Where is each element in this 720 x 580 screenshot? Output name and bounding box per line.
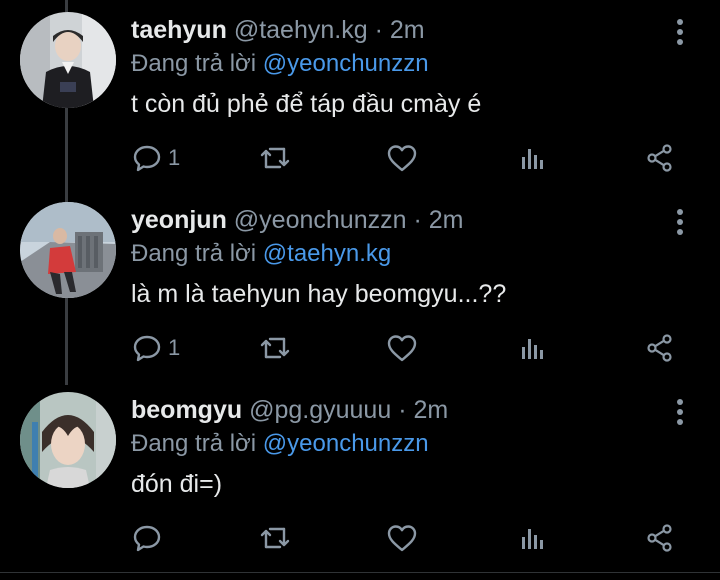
display-name[interactable]: taehyun	[131, 16, 227, 44]
replying-to: Đang trả lời @taehyn.kg	[131, 238, 391, 270]
retweet-icon	[260, 337, 290, 359]
tweet[interactable]: taehyun @taehyn.kg · 2m Đang trả lời @ye…	[0, 0, 720, 190]
share-button[interactable]	[645, 520, 675, 556]
display-name[interactable]: yeonjun	[131, 206, 227, 234]
views-icon	[522, 339, 543, 359]
views-button[interactable]	[518, 520, 548, 556]
more-icon[interactable]	[668, 398, 692, 426]
like-button[interactable]	[386, 330, 418, 366]
tweet-text: là m là taehyun hay beomgyu...??	[131, 280, 507, 308]
reply-icon	[133, 145, 161, 172]
views-button[interactable]	[518, 330, 548, 366]
share-icon	[647, 144, 672, 172]
like-icon	[387, 335, 417, 362]
display-name[interactable]: beomgyu	[131, 396, 242, 424]
reply-count: 1	[168, 145, 181, 170]
views-button[interactable]	[518, 140, 548, 176]
reply-count: 1	[168, 335, 181, 360]
timeline: taehyun @taehyn.kg · 2m Đang trả lời @ye…	[0, 0, 720, 580]
share-button[interactable]	[645, 330, 675, 366]
tweet-header: taehyun @taehyn.kg · 2m	[131, 14, 425, 46]
user-handle[interactable]: @yeonchunzzn	[234, 206, 407, 234]
replying-to-label: Đang trả lời	[131, 240, 257, 267]
retweet-icon	[260, 147, 290, 169]
tweet-text: đón đi=)	[131, 470, 223, 498]
avatar[interactable]	[20, 392, 116, 488]
replying-to: Đang trả lời @yeonchunzzn	[131, 428, 429, 460]
retweet-icon	[260, 527, 290, 549]
tweet-header: beomgyu @pg.gyuuuu · 2m	[131, 394, 448, 426]
retweet-button[interactable]	[258, 520, 292, 556]
views-icon	[522, 529, 543, 549]
action-bar: 1	[0, 330, 720, 370]
timestamp[interactable]: 2m	[390, 16, 425, 44]
more-icon[interactable]	[668, 18, 692, 46]
action-bar: 1	[0, 140, 720, 180]
separator: ·	[398, 396, 407, 424]
like-button[interactable]	[386, 520, 418, 556]
user-handle[interactable]: @taehyn.kg	[234, 16, 368, 44]
share-icon	[647, 524, 672, 552]
retweet-button[interactable]	[258, 140, 292, 176]
separator: ·	[374, 16, 383, 44]
tweet-header: yeonjun @yeonchunzzn · 2m	[131, 204, 463, 236]
divider	[0, 572, 720, 573]
user-handle[interactable]: @pg.gyuuuu	[249, 396, 391, 424]
reply-icon	[133, 335, 161, 362]
mention-link[interactable]: @yeonchunzzn	[263, 50, 429, 77]
retweet-button[interactable]	[258, 330, 292, 366]
avatar[interactable]	[20, 202, 116, 298]
reply-button[interactable]: 1	[132, 330, 180, 366]
tweet-text: t còn đủ phẻ để táp đầu cmày é	[131, 90, 482, 118]
more-icon[interactable]	[668, 208, 692, 236]
like-icon	[387, 525, 417, 552]
reply-icon	[133, 525, 161, 552]
separator: ·	[413, 206, 422, 234]
replying-to: Đang trả lời @yeonchunzzn	[131, 48, 429, 80]
reply-button[interactable]	[132, 520, 168, 556]
share-button[interactable]	[645, 140, 675, 176]
share-icon	[647, 334, 672, 362]
tweet[interactable]: yeonjun @yeonchunzzn · 2m Đang trả lời @…	[0, 190, 720, 380]
replying-to-label: Đang trả lời	[131, 430, 257, 457]
mention-link[interactable]: @taehyn.kg	[263, 240, 391, 267]
mention-link[interactable]: @yeonchunzzn	[263, 430, 429, 457]
timestamp[interactable]: 2m	[429, 206, 464, 234]
tweet[interactable]: beomgyu @pg.gyuuuu · 2m Đang trả lời @ye…	[0, 380, 720, 570]
like-button[interactable]	[386, 140, 418, 176]
action-bar	[0, 520, 720, 560]
timestamp[interactable]: 2m	[413, 396, 448, 424]
replying-to-label: Đang trả lời	[131, 50, 257, 77]
reply-button[interactable]: 1	[132, 140, 180, 176]
views-icon	[522, 149, 543, 169]
avatar[interactable]	[20, 12, 116, 108]
like-icon	[387, 145, 417, 172]
